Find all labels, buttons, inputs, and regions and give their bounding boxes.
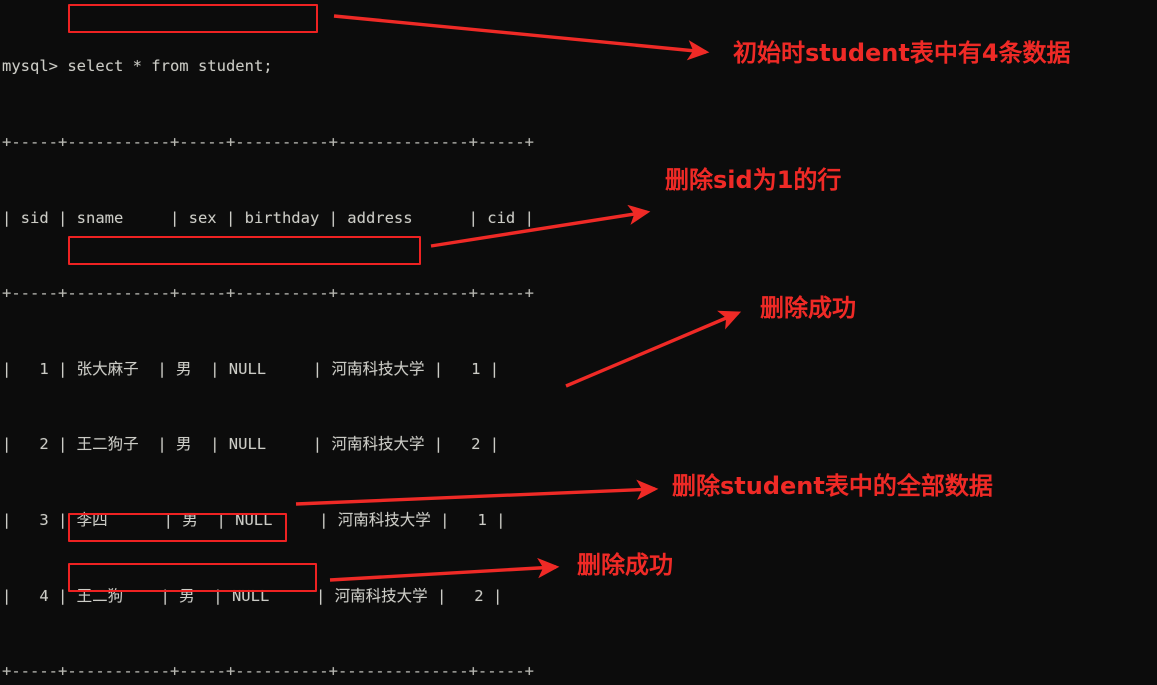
annotation-label-initial-rows: 初始时student表中有4条数据 <box>733 39 1071 67</box>
annotation-label-delete-sid-1: 删除sid为1的行 <box>665 166 842 194</box>
annotation-label-delete-success-1: 删除成功 <box>760 294 856 322</box>
terminal-screenshot: mysql> select * from student; +-----+---… <box>0 0 1157 685</box>
terminal-line: | 3 | 李四 | 男 | NULL | 河南科技大学 | 1 | <box>2 510 506 529</box>
terminal-line: | 1 | 张大麻子 | 男 | NULL | 河南科技大学 | 1 | <box>2 359 500 378</box>
terminal-output[interactable]: mysql> select * from student; +-----+---… <box>0 0 640 685</box>
terminal-line: | 4 | 王二狗 | 男 | NULL | 河南科技大学 | 2 | <box>2 586 503 605</box>
terminal-line: mysql> select * from student; <box>2 57 273 76</box>
terminal-line: +-----+-----------+-----+----------+----… <box>2 133 534 151</box>
terminal-line: +-----+-----------+-----+----------+----… <box>2 662 534 681</box>
terminal-line: | sid | sname | sex | birthday | address… <box>2 208 534 227</box>
annotation-label-delete-all: 删除student表中的全部数据 <box>672 472 993 500</box>
annotation-label-delete-success-2: 删除成功 <box>577 551 673 579</box>
terminal-line: | 2 | 王二狗子 | 男 | NULL | 河南科技大学 | 2 | <box>2 435 500 454</box>
terminal-line: +-----+-----------+-----+----------+----… <box>2 284 534 303</box>
